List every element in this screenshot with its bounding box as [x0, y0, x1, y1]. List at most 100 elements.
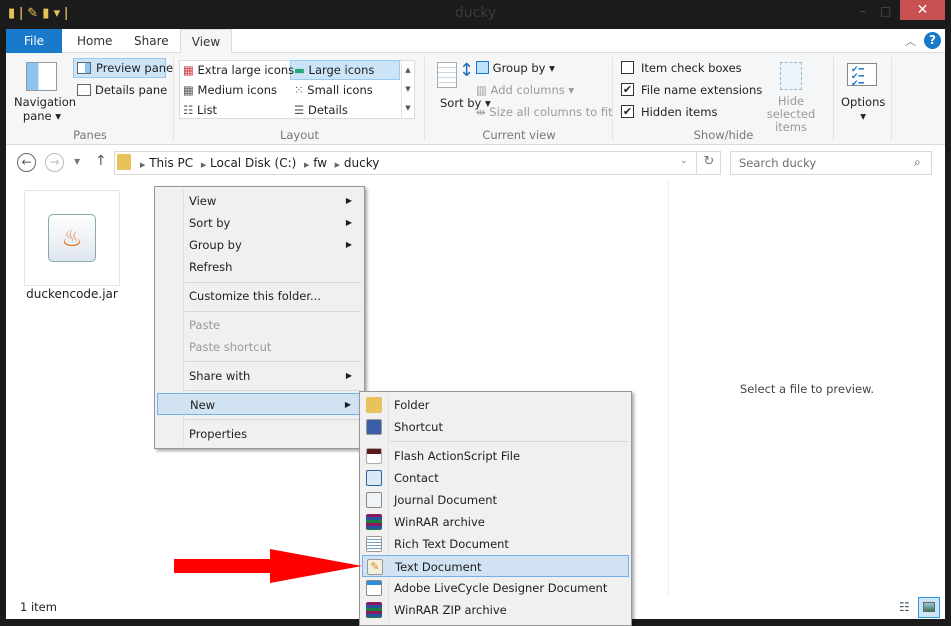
shortcut-icon [366, 419, 382, 435]
layout-list[interactable]: ☷ List [183, 103, 217, 117]
breadcrumb-this-pc[interactable]: This PC [149, 156, 193, 170]
new-shortcut[interactable]: Shortcut [362, 416, 629, 438]
group-by-button[interactable]: Group by ▾ [476, 61, 555, 75]
menu-label: New [190, 398, 216, 412]
menu-separator [185, 282, 361, 283]
size-columns-button[interactable]: ⇹ Size all columns to fit [476, 105, 613, 119]
layout-extra-large-icons[interactable]: ▦ Extra large icons [183, 63, 294, 77]
tab-home[interactable]: Home [65, 29, 124, 53]
menu-item-customize[interactable]: Customize this folder... [157, 285, 362, 307]
new-text-document[interactable]: ✎ Text Document [362, 555, 629, 577]
folder-icon [117, 154, 131, 170]
actionscript-file-icon [366, 448, 382, 464]
item-check-boxes-label: Item check boxes [641, 61, 742, 75]
livecycle-icon [366, 580, 382, 596]
back-button[interactable]: ← [17, 153, 36, 172]
menu-label: Adobe LiveCycle Designer Document [394, 581, 608, 595]
up-button[interactable]: ↑ [95, 153, 107, 169]
group-by-label: Group by [492, 61, 546, 75]
menu-item-refresh[interactable]: Refresh [157, 256, 362, 278]
details-view-button[interactable]: ☷ [899, 600, 910, 614]
menu-item-view[interactable]: View ▶ [157, 190, 362, 212]
notepad-icon: ✎ [367, 559, 383, 575]
options-button[interactable]: Options ▾ [841, 95, 885, 123]
panes-group-label: Panes [73, 128, 107, 142]
navigation-pane-icon [26, 62, 57, 91]
hidden-items-checkbox[interactable]: ✔ [621, 105, 634, 118]
new-winrar-zip[interactable]: WinRAR ZIP archive [362, 599, 629, 621]
menu-label: View [189, 194, 217, 208]
menu-separator [185, 311, 361, 312]
size-columns-label: Size all columns to fit [489, 105, 613, 119]
menu-label: Group by [189, 238, 242, 252]
close-button[interactable]: ✕ [900, 0, 945, 20]
tab-view[interactable]: View [180, 29, 232, 54]
context-menu: View ▶ Sort by ▶ Group by ▶ Refresh Customi… [154, 186, 365, 449]
menu-item-paste-shortcut[interactable]: Paste shortcut [157, 336, 362, 358]
menu-label: Rich Text Document [394, 537, 509, 551]
add-columns-label: Add columns [490, 83, 565, 97]
item-check-boxes-checkbox[interactable] [621, 61, 634, 74]
breadcrumb-ducky[interactable]: ducky [344, 156, 379, 170]
menu-label: WinRAR archive [394, 515, 485, 529]
journal-icon [366, 492, 382, 508]
menu-separator [185, 390, 361, 391]
folder-icon [366, 397, 382, 413]
new-journal-document[interactable]: Journal Document [362, 489, 629, 511]
menu-item-new[interactable]: New ▶ [157, 393, 362, 415]
layout-details[interactable]: ☰ Details [294, 103, 348, 117]
file-name[interactable]: duckencode.jar [24, 287, 120, 301]
details-pane-button[interactable]: Details pane [95, 83, 167, 97]
submenu-arrow-icon: ▶ [345, 196, 352, 205]
recent-locations-button[interactable]: ▼ [74, 157, 80, 166]
menu-label: Share with [189, 369, 251, 383]
breadcrumb-fw[interactable]: fw [313, 156, 327, 170]
forward-button[interactable]: → [45, 153, 64, 172]
search-icon: ⌕ [914, 155, 921, 169]
layout-group-label: Layout [279, 128, 320, 142]
help-icon[interactable]: ? [924, 32, 941, 49]
menu-item-share-with[interactable]: Share with ▶ [157, 365, 362, 387]
options-icon: ✔━ ✔━ ✔━ [847, 63, 877, 89]
menu-item-sort-by[interactable]: Sort by ▶ [157, 212, 362, 234]
layout-large-icons[interactable]: ▬ Large icons [294, 63, 374, 77]
submenu-arrow-icon: ▶ [345, 218, 352, 227]
menu-separator [185, 419, 361, 420]
submenu-arrow-icon: ▶ [345, 240, 352, 249]
collapse-ribbon-icon[interactable]: ︿ [905, 33, 916, 49]
tab-share[interactable]: Share [122, 29, 181, 53]
file-name-extensions-checkbox[interactable]: ✔ [621, 83, 634, 96]
breadcrumb-local-disk[interactable]: Local Disk (C:) [210, 156, 296, 170]
tab-file[interactable]: File [6, 29, 62, 53]
hidden-items-label: Hidden items [641, 105, 718, 119]
new-winrar-archive[interactable]: WinRAR archive [362, 511, 629, 533]
minimize-button[interactable]: – [860, 4, 866, 18]
new-contact[interactable]: Contact [362, 467, 629, 489]
refresh-button[interactable]: ↻ [696, 151, 721, 175]
layout-small-icons[interactable]: ⁙ Small icons [294, 83, 373, 97]
menu-label: Journal Document [394, 493, 498, 507]
menu-item-properties[interactable]: Properties [157, 423, 362, 445]
navigation-pane-button[interactable]: Navigation pane ▾ [14, 95, 76, 123]
rich-text-icon [366, 536, 382, 552]
sort-icon [437, 62, 457, 88]
maximize-button[interactable]: □ [880, 4, 891, 18]
address-dropdown-icon[interactable]: ⌄ [680, 156, 688, 166]
new-flash-actionscript[interactable]: Flash ActionScript File [362, 445, 629, 467]
add-columns-button[interactable]: ▥ Add columns ▾ [476, 83, 574, 97]
large-icons-view-button[interactable] [918, 597, 940, 618]
layout-medium-icons[interactable]: ▦ Medium icons [183, 83, 277, 97]
new-folder[interactable]: Folder [362, 394, 629, 416]
layout-label: Details [307, 103, 348, 117]
navigation-pane-label: Navigation pane [14, 95, 77, 123]
menu-item-paste[interactable]: Paste [157, 314, 362, 336]
layout-label: List [196, 103, 218, 117]
layout-scroll-buttons[interactable]: ▲ ▼ ▼ [401, 61, 414, 118]
menu-label: Text Document [395, 560, 482, 574]
new-rich-text-document[interactable]: Rich Text Document [362, 533, 629, 555]
menu-item-group-by[interactable]: Group by ▶ [157, 234, 362, 256]
breadcrumb: ▶ This PC ▶ Local Disk (C:) ▶ fw ▶ ducky [140, 156, 380, 170]
search-input[interactable]: Search ducky [730, 151, 932, 175]
new-adobe-livecycle[interactable]: Adobe LiveCycle Designer Document [362, 577, 629, 599]
menu-label: Folder [394, 398, 430, 412]
